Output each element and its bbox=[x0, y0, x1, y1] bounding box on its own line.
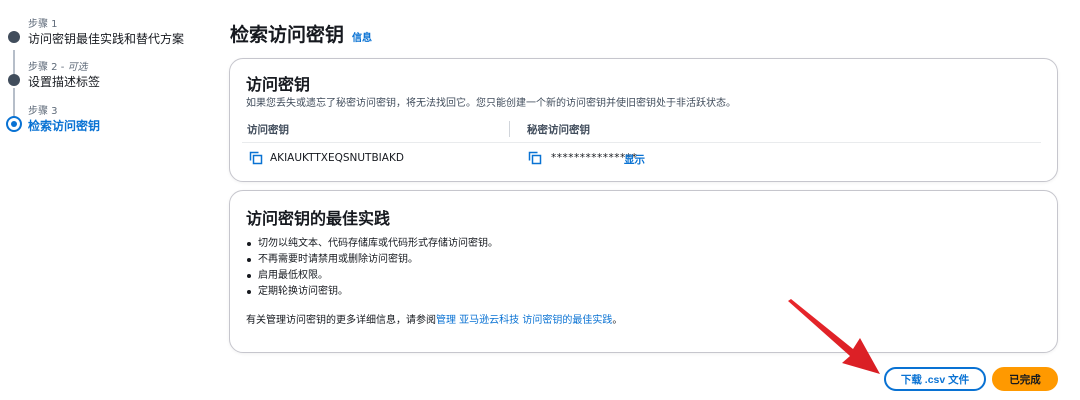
download-csv-button[interactable]: 下载 .csv 文件 bbox=[884, 367, 986, 391]
page-header: 检索访问密钥 信息 bbox=[230, 20, 372, 47]
info-link[interactable]: 信息 bbox=[352, 29, 372, 44]
access-key-column-header: 访问密钥 bbox=[247, 124, 289, 136]
step-title[interactable]: 设置描述标签 bbox=[28, 73, 100, 90]
more-info-suffix: 。 bbox=[612, 315, 623, 326]
copy-icon[interactable] bbox=[528, 151, 542, 165]
list-item: 切勿以纯文本、代码存储库或代码形式存储访问密钥。 bbox=[246, 236, 498, 252]
step-active-indicator bbox=[6, 116, 22, 132]
list-item: 启用最低权限。 bbox=[246, 268, 498, 284]
done-button[interactable]: 已完成 bbox=[992, 367, 1058, 391]
secret-key-column-header: 秘密访问密钥 bbox=[527, 124, 590, 136]
step-caption: 步骤 2 - 可选 bbox=[28, 58, 88, 73]
access-key-card: 访问密钥 如果您丢失或遗忘了秘密访问密钥，将无法找回它。您只能创建一个新的访问密… bbox=[229, 58, 1058, 182]
more-info-text: 有关管理访问密钥的更多详细信息，请参阅管理 亚马逊云科技 访问密钥的最佳实践。 bbox=[246, 311, 622, 326]
page-title: 检索访问密钥 bbox=[230, 24, 345, 46]
step-complete-dot bbox=[8, 74, 20, 86]
best-practices-list: 切勿以纯文本、代码存储库或代码形式存储访问密钥。 不再需要时请禁用或删除访问密钥… bbox=[246, 236, 498, 300]
access-key-card-description: 如果您丢失或遗忘了秘密访问密钥，将无法找回它。您只能创建一个新的访问密钥并使旧密… bbox=[246, 98, 736, 109]
wizard-stepper: 步骤 1 访问密钥最佳实践和替代方案 步骤 2 - 可选 设置描述标签 步骤 3… bbox=[0, 0, 200, 400]
step-caption-text: 步骤 2 - bbox=[28, 62, 68, 73]
stepper-connector bbox=[13, 88, 15, 116]
step-caption: 步骤 3 bbox=[28, 106, 58, 117]
step-title[interactable]: 访问密钥最佳实践和替代方案 bbox=[28, 30, 184, 47]
list-item: 定期轮换访问密钥。 bbox=[246, 284, 498, 300]
step-caption: 步骤 1 bbox=[28, 19, 58, 30]
header-divider bbox=[242, 142, 1041, 143]
show-secret-link[interactable]: 显示 bbox=[624, 152, 645, 167]
stepper-connector bbox=[13, 50, 15, 74]
best-practices-card: 访问密钥的最佳实践 切勿以纯文本、代码存储库或代码形式存储访问密钥。 不再需要时… bbox=[229, 190, 1058, 353]
access-key-value: AKIAUKTTXEQSNUTBIAKD bbox=[270, 152, 404, 164]
best-practices-link[interactable]: 管理 亚马逊云科技 访问密钥的最佳实践 bbox=[436, 315, 612, 326]
step-title-active[interactable]: 检索访问密钥 bbox=[28, 117, 100, 134]
column-divider bbox=[509, 121, 510, 137]
access-key-card-title: 访问密钥 bbox=[246, 75, 311, 94]
list-item: 不再需要时请禁用或删除访问密钥。 bbox=[246, 252, 498, 268]
best-practices-card-title: 访问密钥的最佳实践 bbox=[246, 209, 391, 228]
step-optional-label: 可选 bbox=[67, 62, 88, 73]
more-info-prefix: 有关管理访问密钥的更多详细信息，请参阅 bbox=[246, 315, 436, 326]
copy-icon[interactable] bbox=[249, 151, 263, 165]
step-complete-dot bbox=[8, 31, 20, 43]
